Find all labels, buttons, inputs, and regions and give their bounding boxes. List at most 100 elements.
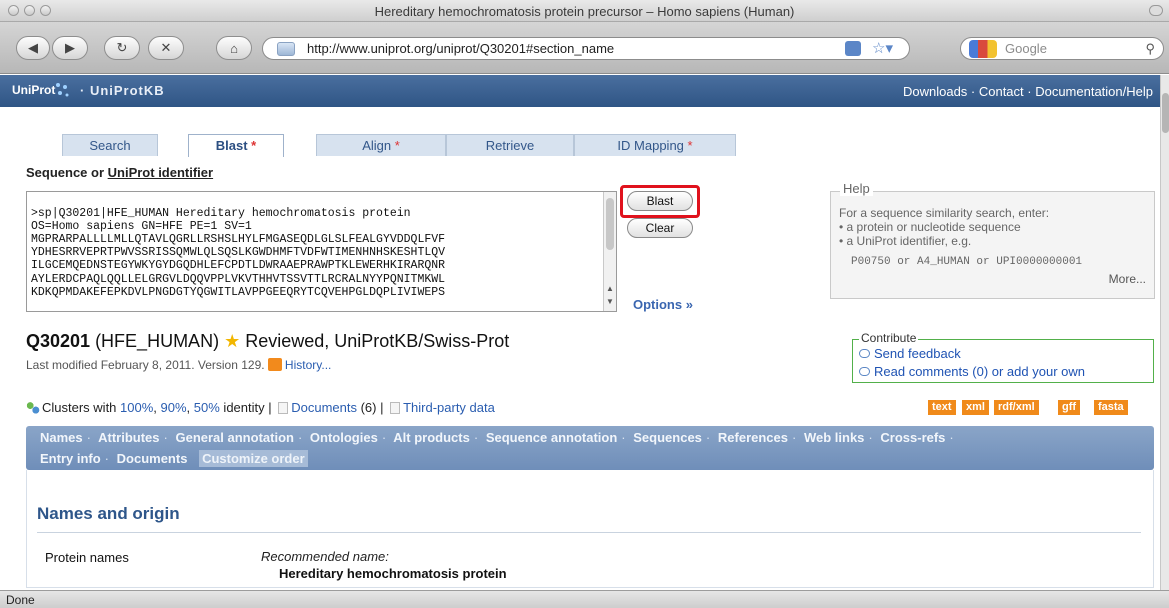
uniprot-header: UniProt · UniProtKB Downloads · Contact … [0, 75, 1169, 107]
help-line: • a protein or nucleotide sequence [839, 220, 1021, 234]
history-link[interactable]: History... [285, 358, 331, 372]
rss-icon[interactable] [267, 358, 282, 371]
nav-names[interactable]: Names [40, 430, 83, 445]
reload-icon: ↻ [116, 40, 128, 55]
scroll-down-icon[interactable]: ▼ [606, 297, 614, 306]
address-bar[interactable]: http://www.uniprot.org/uniprot/Q30201#se… [262, 37, 910, 60]
cluster-50-link[interactable]: 50% [194, 400, 220, 415]
nav-entry-info[interactable]: Entry info [40, 451, 101, 466]
sequence-scrollbar[interactable]: ▲ ▼ [603, 192, 616, 311]
google-engine-icon[interactable] [969, 39, 997, 58]
help-box: For a sequence similarity search, enter:… [830, 191, 1155, 299]
tab-retrieve[interactable]: Retrieve [446, 134, 574, 156]
reviewed-star-icon: ★ [224, 331, 241, 351]
recommended-name-label: Recommended name: [261, 549, 389, 564]
tab-id-mapping[interactable]: ID Mapping * [574, 134, 736, 156]
help-line: For a sequence similarity search, enter: [839, 206, 1050, 220]
browser-toolbar: ◀ ▶ ↻ ✕ ⌂ http://www.uniprot.org/uniprot… [0, 22, 1169, 74]
help-more-link[interactable]: More... [1109, 272, 1146, 286]
entry-status: Reviewed, UniProtKB/Swiss-Prot [240, 331, 510, 351]
bookmark-star-icon[interactable]: ☆▾ [872, 39, 893, 57]
format-gff-button[interactable]: gff [1058, 400, 1081, 415]
nav-alt-products[interactable]: Alt products [393, 430, 470, 445]
url-text[interactable]: http://www.uniprot.org/uniprot/Q30201#se… [307, 41, 614, 56]
stop-icon: ✕ [160, 40, 172, 55]
entry-name: (HFE_HUMAN) [90, 331, 225, 351]
reload-button[interactable]: ↻ [104, 36, 140, 60]
stop-button[interactable]: ✕ [148, 36, 184, 60]
sequence-text: >sp|Q30201|HFE_HUMAN Hereditary hemochro… [31, 194, 446, 311]
page-scrollbar-thumb[interactable] [1162, 93, 1169, 133]
nav-ontologies[interactable]: Ontologies [310, 430, 378, 445]
nav-web-links[interactable]: Web links [804, 430, 864, 445]
section-nav: Names · Attributes · General annotation · O… [26, 426, 1154, 470]
nav-documents[interactable]: Documents [117, 451, 188, 466]
customize-order-button[interactable]: Customize order [199, 450, 308, 467]
send-feedback-link[interactable]: Send feedback [859, 346, 961, 361]
query-panel: Search Blast * Align * Retrieve ID Mappi… [0, 107, 1169, 325]
third-party-link[interactable]: Third-party data [403, 400, 495, 415]
rss-feed-icon[interactable] [845, 41, 861, 56]
format-xml-button[interactable]: xml [962, 400, 989, 415]
search-box[interactable]: Google ⚲ [960, 37, 1164, 60]
back-button[interactable]: ◀ [16, 36, 50, 60]
uniprotkb-label[interactable]: · UniProtKB [80, 83, 165, 98]
names-origin-heading: Names and origin [37, 504, 180, 523]
status-bar: Done [0, 590, 1169, 608]
forward-arrow-icon: ▶ [65, 40, 75, 55]
cluster-100-link[interactable]: 100% [120, 400, 153, 415]
section-nav-row: Entry info · Documents Customize order [40, 450, 308, 467]
uniprot-logo[interactable]: UniProt [12, 83, 55, 97]
nav-sequence-annotation[interactable]: Sequence annotation [486, 430, 617, 445]
home-button[interactable]: ⌂ [216, 36, 252, 60]
sequence-line: OS=Homo sapiens GN=HFE PE=1 SV=1 [31, 220, 252, 234]
clusters-icon [26, 401, 40, 414]
format-text-button[interactable]: text [928, 400, 956, 415]
page-scrollbar[interactable] [1160, 75, 1169, 590]
sequence-line: MGPRARPALLLLMLLQTAVLQGRLLRSHSLHYLFMGASEQ… [31, 233, 446, 247]
last-modified: Last modified February 8, 2011. Version … [26, 358, 332, 372]
documents-link[interactable]: Documents [291, 400, 357, 415]
read-comments-link[interactable]: Read comments (0) or add your own [859, 364, 1085, 379]
third-party-icon [390, 402, 401, 414]
scroll-up-icon[interactable]: ▲ [606, 284, 614, 293]
toolbar-toggle-button[interactable] [1149, 5, 1163, 16]
nav-general-annotation[interactable]: General annotation [175, 430, 293, 445]
clear-button[interactable]: Clear [627, 218, 693, 238]
sequence-label: Sequence or UniProt identifier [26, 165, 214, 180]
tab-blast[interactable]: Blast * [188, 134, 284, 157]
scrollbar-thumb[interactable] [606, 198, 614, 250]
protein-names-label: Protein names [45, 550, 129, 565]
uniprot-identifier-link[interactable]: UniProt identifier [108, 165, 213, 180]
tab-align[interactable]: Align * [316, 134, 446, 156]
sequence-textarea[interactable]: >sp|Q30201|HFE_HUMAN Hereditary hemochro… [26, 191, 617, 312]
options-link[interactable]: Options » [633, 297, 693, 312]
nav-sequences[interactable]: Sequences [633, 430, 702, 445]
forward-button[interactable]: ▶ [52, 36, 88, 60]
section-divider [37, 532, 1141, 533]
entry-title: Q30201 (HFE_HUMAN) ★ Reviewed, UniProtKB… [26, 331, 509, 352]
help-example-ids: P00750 or A4_HUMAN or UPI0000000001 [851, 256, 1083, 268]
entry-accession: Q30201 [26, 331, 91, 351]
sequence-line: KDKQPMDAKEFEPKDVLPNGDGTYQGWITLAVPPGEEQRY… [31, 285, 446, 299]
format-fasta-button[interactable]: fasta [1094, 400, 1128, 415]
window-titlebar: Hereditary hemochromatosis protein precu… [0, 0, 1169, 22]
sequence-line: AYLERDCPAQLQQLLELGRGVLDQQVPPLVKVTHHVTSSV… [31, 272, 446, 286]
nav-attributes[interactable]: Attributes [98, 430, 159, 445]
search-icon[interactable]: ⚲ [1145, 41, 1155, 57]
blast-button[interactable]: Blast [627, 191, 693, 211]
sequence-line: YDHESRRVEPRTPWVSSRISSQMWLQLSQSLKGWDHMFTV… [31, 246, 446, 260]
contribute-title: Contribute [859, 331, 919, 345]
status-text: Done [6, 593, 35, 607]
format-rdf-button[interactable]: rdf/xml [994, 400, 1039, 415]
sequence-line: ILGCEMQEDNSTEGYWKYGYDGQDHLEFCPDTLDWRAAEP… [31, 259, 446, 273]
speech-bubble-icon [859, 349, 870, 358]
nav-cross-refs[interactable]: Cross-refs [880, 430, 945, 445]
window-title: Hereditary hemochromatosis protein precu… [374, 4, 795, 19]
cluster-90-link[interactable]: 90% [161, 400, 187, 415]
speech-bubble-icon [859, 367, 870, 376]
tab-search[interactable]: Search [62, 134, 158, 156]
nav-references[interactable]: References [718, 430, 788, 445]
header-links[interactable]: Downloads · Contact · Documentation/Help [903, 84, 1153, 99]
help-line: • a UniProt identifier, e.g. [839, 234, 972, 248]
